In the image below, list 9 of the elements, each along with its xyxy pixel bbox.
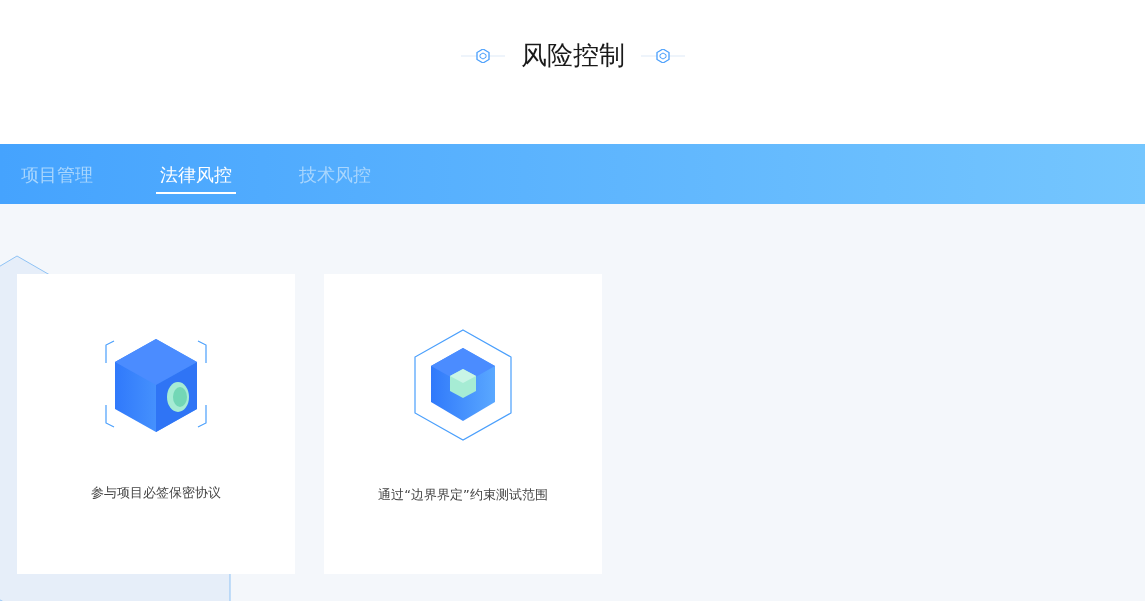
tab[interactable]: 法律风控 xyxy=(156,144,236,204)
page-title: 风险控制 xyxy=(520,39,625,72)
hexagon-icon xyxy=(640,48,685,63)
nested-cube-icon xyxy=(413,329,513,441)
hexagon-icon xyxy=(460,48,505,63)
card-caption: 通过“边界界定”约束测试范围 xyxy=(378,486,548,504)
tab[interactable]: 项目管理 xyxy=(17,144,97,204)
tab[interactable]: 技术风控 xyxy=(295,144,375,204)
card-caption: 参与项目必签保密协议 xyxy=(91,484,221,502)
